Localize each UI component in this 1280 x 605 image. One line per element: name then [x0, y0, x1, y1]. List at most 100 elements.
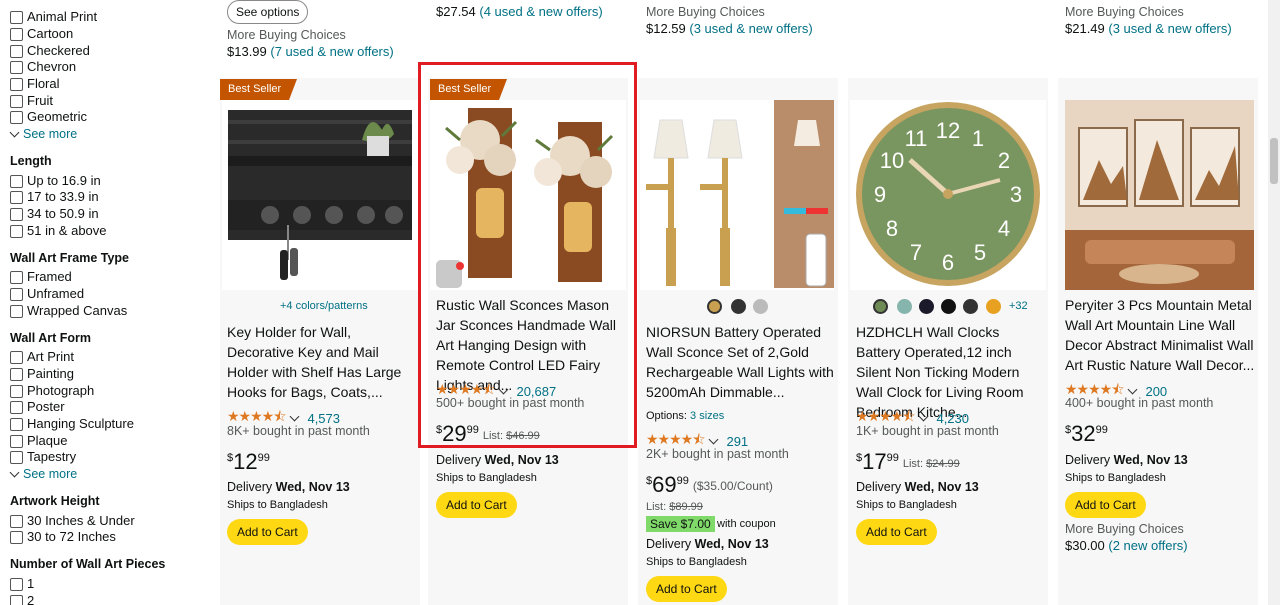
checkbox[interactable]: [10, 530, 23, 544]
checkbox[interactable]: [10, 60, 23, 74]
checkbox[interactable]: [10, 434, 23, 448]
filter-geometric[interactable]: Geometric: [10, 109, 87, 125]
mbc-offer[interactable]: $30.00 (2 new offers): [1065, 538, 1188, 553]
swatch-teal[interactable]: [897, 299, 912, 314]
checkbox[interactable]: [10, 450, 23, 464]
see-options-button[interactable]: See options: [227, 0, 309, 24]
checkbox[interactable]: [10, 577, 23, 591]
filter-tapestry[interactable]: Tapestry: [10, 449, 76, 465]
scrollbar[interactable]: [1268, 0, 1280, 605]
clock-numeral: 9: [874, 182, 886, 207]
filter-art-print[interactable]: Art Print: [10, 349, 74, 365]
filter-heading-artwork-height: Artwork Height: [10, 494, 100, 508]
filter-animal-print[interactable]: Animal Print: [10, 9, 97, 25]
swatch-gray[interactable]: [963, 299, 978, 314]
coupon-text: with coupon: [717, 518, 776, 530]
swatch-black[interactable]: [941, 299, 956, 314]
filter-poster[interactable]: Poster: [10, 399, 65, 415]
chevron-down-icon: [9, 127, 20, 137]
checkbox[interactable]: [10, 400, 23, 414]
filter-painting[interactable]: Painting: [10, 366, 74, 382]
clock-numeral: 6: [942, 250, 954, 275]
checkbox[interactable]: [10, 417, 23, 431]
filter-fruit[interactable]: Fruit: [10, 93, 53, 109]
top-offer-2[interactable]: $27.54 (4 used & new offers): [436, 4, 603, 19]
checkbox[interactable]: [10, 190, 23, 204]
clock-numeral: 7: [910, 240, 922, 265]
checkbox[interactable]: [10, 350, 23, 364]
checkbox[interactable]: [10, 27, 23, 41]
variants-link[interactable]: +32: [1009, 300, 1028, 312]
product-price: $1799 List: $24.99: [856, 449, 960, 474]
top-offer-1[interactable]: $13.99 (7 used & new offers): [227, 44, 394, 59]
swatch-black[interactable]: [731, 299, 746, 314]
checkbox[interactable]: [10, 594, 23, 605]
add-to-cart-button[interactable]: Add to Cart: [227, 519, 308, 545]
filter-cartoon[interactable]: Cartoon: [10, 26, 73, 42]
filter-height-2[interactable]: 30 to 72 Inches: [10, 529, 116, 545]
filter-length-4[interactable]: 51 in & above: [10, 223, 107, 239]
checkbox[interactable]: [10, 270, 23, 284]
filter-hanging-sculpture[interactable]: Hanging Sculpture: [10, 416, 134, 432]
more-buying-choices: More Buying Choices: [227, 28, 346, 42]
filter-checkered[interactable]: Checkered: [10, 43, 90, 59]
product-title[interactable]: Peryiter 3 Pcs Mountain Metal Wall Art M…: [1065, 295, 1255, 375]
add-to-cart-button[interactable]: Add to Cart: [436, 492, 517, 518]
ships-to: Ships to Bangladesh: [436, 472, 537, 484]
chevron-down-icon: [919, 411, 929, 421]
product-title[interactable]: NIORSUN Battery Operated Wall Sconce Set…: [646, 322, 836, 402]
product-image-wall-clock[interactable]: 12 1 2 3 4 5 6 7 8 9 10 11: [850, 100, 1046, 290]
product-image-key-holder[interactable]: [222, 100, 418, 290]
filter-floral[interactable]: Floral: [10, 76, 60, 92]
swatch-navy[interactable]: [919, 299, 934, 314]
checkbox[interactable]: [10, 44, 23, 58]
product-image-wall-sconce[interactable]: [640, 100, 834, 290]
add-to-cart-button[interactable]: Add to Cart: [646, 576, 727, 602]
product-price: $6999 ($35.00/Count): [646, 472, 773, 497]
swatch-silver[interactable]: [753, 299, 768, 314]
filter-length-1[interactable]: Up to 16.9 in: [10, 173, 101, 189]
filter-chevron[interactable]: Chevron: [10, 59, 76, 75]
checkbox[interactable]: [10, 384, 23, 398]
checkbox[interactable]: [10, 110, 23, 124]
scrollbar-thumb[interactable]: [1270, 138, 1278, 184]
filter-length-3[interactable]: 34 to 50.9 in: [10, 206, 99, 222]
add-to-cart-button[interactable]: Add to Cart: [856, 519, 937, 545]
add-to-cart-button[interactable]: Add to Cart: [1065, 492, 1146, 518]
checkbox[interactable]: [10, 174, 23, 188]
filter-height-1[interactable]: 30 Inches & Under: [10, 513, 135, 529]
swatch-gold[interactable]: [707, 299, 722, 314]
delivery-info: Delivery Wed, Nov 13: [227, 480, 350, 494]
ships-to: Ships to Bangladesh: [1065, 472, 1166, 484]
see-more-pattern[interactable]: See more: [9, 126, 77, 142]
product-title[interactable]: Key Holder for Wall, Decorative Key and …: [227, 322, 417, 402]
filter-plaque[interactable]: Plaque: [10, 433, 67, 449]
filter-length-2[interactable]: 17 to 33.9 in: [10, 189, 99, 205]
ships-to: Ships to Bangladesh: [227, 499, 328, 511]
filter-framed[interactable]: Framed: [10, 269, 72, 285]
checkbox[interactable]: [10, 514, 23, 528]
swatch-green[interactable]: [873, 299, 888, 314]
top-offer-3[interactable]: $12.59 (3 used & new offers): [646, 21, 813, 36]
swatch-gold[interactable]: [986, 299, 1001, 314]
checkbox[interactable]: [10, 287, 23, 301]
checkbox[interactable]: [10, 10, 23, 24]
filter-pieces-2[interactable]: 2: [10, 593, 34, 605]
filter-unframed[interactable]: Unframed: [10, 286, 84, 302]
checkbox[interactable]: [10, 94, 23, 108]
filter-photograph[interactable]: Photograph: [10, 383, 94, 399]
filter-wrapped-canvas[interactable]: Wrapped Canvas: [10, 303, 127, 319]
checkbox[interactable]: [10, 367, 23, 381]
checkbox[interactable]: [10, 224, 23, 238]
top-offer-5[interactable]: $21.49 (3 used & new offers): [1065, 21, 1232, 36]
product-image-mountain-wall-art[interactable]: [1065, 100, 1254, 290]
see-more-form[interactable]: See more: [9, 466, 77, 482]
options[interactable]: Options: 3 sizes: [646, 410, 724, 422]
filter-heading-form: Wall Art Form: [10, 331, 92, 345]
checkbox[interactable]: [10, 77, 23, 91]
filter-pieces-1[interactable]: 1: [10, 576, 34, 592]
checkbox[interactable]: [10, 207, 23, 221]
clock-numeral: 4: [998, 216, 1010, 241]
variants-link[interactable]: +4 colors/patterns: [280, 300, 368, 312]
checkbox[interactable]: [10, 304, 23, 318]
